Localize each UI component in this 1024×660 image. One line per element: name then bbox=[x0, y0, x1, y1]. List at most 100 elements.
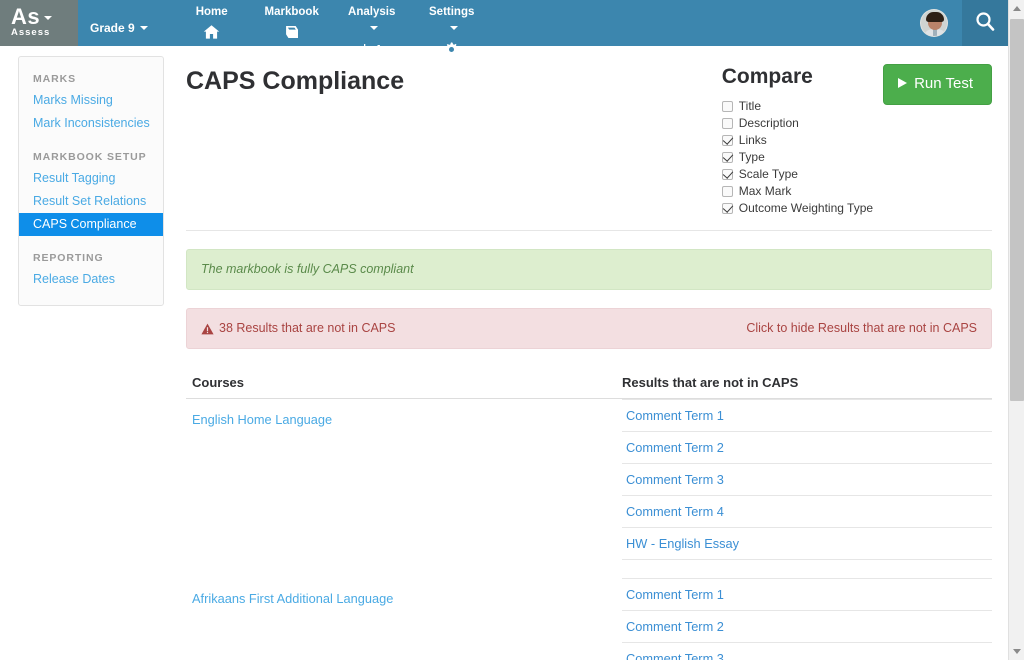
nav-item-settings-label: Settings bbox=[429, 6, 475, 18]
course-row-english: English Home Language Comment Term 1 Com… bbox=[186, 399, 992, 560]
compare-panel: Compare Title Description Links Type Sca… bbox=[721, 56, 992, 218]
sidebar-item-result-set-relations[interactable]: Result Set Relations bbox=[19, 190, 163, 213]
nav-item-markbook[interactable]: Markbook bbox=[252, 0, 332, 41]
main-header: CAPS Compliance Compare Title Descriptio… bbox=[186, 56, 992, 218]
checkbox-description-label[interactable]: Description bbox=[739, 116, 799, 131]
nav-item-analysis-label: Analysis bbox=[348, 6, 396, 18]
checkbox-type[interactable] bbox=[721, 152, 733, 163]
result-item[interactable]: Comment Term 1 bbox=[622, 578, 992, 611]
nav-item-home-label: Home bbox=[195, 6, 228, 18]
avatar bbox=[920, 9, 948, 37]
column-header-courses: Courses bbox=[192, 375, 245, 390]
checkbox-max-mark-label[interactable]: Max Mark bbox=[739, 184, 792, 199]
course-cell: English Home Language bbox=[186, 399, 618, 560]
page-canvas: As Assess Grade 9 Home Markbook Analysis… bbox=[0, 0, 1008, 660]
avatar-button[interactable] bbox=[906, 0, 962, 46]
nav-item-settings[interactable]: Settings bbox=[412, 0, 492, 59]
compare-option-max-mark[interactable]: Max Mark bbox=[721, 184, 873, 199]
nav-right-group bbox=[906, 0, 1008, 46]
checkbox-links-label[interactable]: Links bbox=[739, 133, 767, 148]
compare-title: Compare bbox=[721, 65, 813, 88]
success-alert-text: The markbook is fully CAPS compliant bbox=[201, 262, 414, 276]
column-header-results: Results that are not in CAPS bbox=[622, 375, 799, 390]
compare-option-scale-type[interactable]: Scale Type bbox=[721, 167, 873, 182]
scrollbar-thumb[interactable] bbox=[1010, 19, 1024, 401]
gear-icon bbox=[412, 41, 492, 59]
result-item[interactable]: Comment Term 3 bbox=[622, 643, 992, 660]
nav-item-analysis[interactable]: Analysis bbox=[332, 0, 412, 59]
grade-selector[interactable]: Grade 9 bbox=[78, 10, 162, 46]
checkbox-type-label[interactable]: Type bbox=[739, 150, 765, 165]
scroll-down-button[interactable] bbox=[1009, 643, 1024, 660]
main-content: CAPS Compliance Compare Title Descriptio… bbox=[164, 56, 1008, 660]
grade-selector-label: Grade 9 bbox=[90, 21, 135, 35]
scroll-down-arrow-icon bbox=[1013, 649, 1021, 654]
warning-triangle-icon bbox=[201, 323, 214, 335]
checkbox-scale-type[interactable] bbox=[721, 169, 733, 180]
sidebar-group-title-reporting: REPORTING bbox=[33, 252, 104, 264]
sidebar: MARKS Marks Missing Mark Inconsistencies… bbox=[18, 56, 164, 306]
result-item[interactable]: Comment Term 2 bbox=[622, 432, 992, 464]
search-button[interactable] bbox=[962, 0, 1008, 46]
book-icon bbox=[252, 23, 332, 41]
course-link-afrikaans-first-additional-language[interactable]: Afrikaans First Additional Language bbox=[192, 591, 393, 606]
sidebar-item-marks-missing[interactable]: Marks Missing bbox=[19, 89, 163, 112]
compare-option-type[interactable]: Type bbox=[721, 150, 873, 165]
course-cell: Afrikaans First Additional Language bbox=[186, 578, 618, 660]
nav-item-markbook-label: Markbook bbox=[264, 6, 319, 18]
compare-option-description[interactable]: Description bbox=[721, 116, 873, 131]
sidebar-item-mark-inconsistencies[interactable]: Mark Inconsistencies bbox=[19, 112, 163, 135]
caret-down-icon bbox=[369, 26, 378, 30]
course-link-english-home-language[interactable]: English Home Language bbox=[192, 412, 332, 427]
run-test-button[interactable]: Run Test bbox=[883, 64, 992, 105]
page-title: CAPS Compliance bbox=[186, 67, 405, 95]
page-scrollbar[interactable] bbox=[1008, 0, 1024, 660]
brand-full-label: Assess bbox=[11, 27, 51, 38]
checkbox-links[interactable] bbox=[721, 135, 733, 146]
compare-option-title[interactable]: Title bbox=[721, 99, 873, 114]
results-table: Courses Results that are not in CAPS Eng… bbox=[186, 375, 992, 660]
brand-short-text: As bbox=[11, 4, 41, 29]
results-cell: Comment Term 1 Comment Term 2 Comment Te… bbox=[618, 399, 992, 560]
compare-options-column: Compare Title Description Links Type Sca… bbox=[721, 64, 883, 218]
avatar-hair bbox=[926, 12, 944, 22]
result-item[interactable]: Comment Term 1 bbox=[622, 399, 992, 432]
sidebar-item-release-dates[interactable]: Release Dates bbox=[19, 268, 163, 291]
brand-short-label: As bbox=[11, 4, 78, 29]
result-item[interactable]: Comment Term 4 bbox=[622, 496, 992, 528]
home-icon bbox=[172, 23, 252, 41]
course-row-afrikaans: Afrikaans First Additional Language Comm… bbox=[186, 578, 992, 660]
top-navigation-bar: As Assess Grade 9 Home Markbook Analysis… bbox=[0, 0, 1008, 56]
danger-alert-text: 38 Results that are not in CAPS bbox=[219, 321, 396, 335]
danger-alert[interactable]: 38 Results that are not in CAPS Click to… bbox=[186, 308, 992, 349]
checkbox-description[interactable] bbox=[721, 118, 733, 129]
caret-down-icon bbox=[139, 26, 148, 30]
nav-item-home[interactable]: Home bbox=[172, 0, 252, 41]
checkbox-scale-type-label[interactable]: Scale Type bbox=[739, 167, 798, 182]
checkbox-outcome-weighting-type[interactable] bbox=[721, 203, 733, 214]
compare-option-outcome-weighting-type[interactable]: Outcome Weighting Type bbox=[721, 201, 873, 216]
result-item[interactable]: Comment Term 3 bbox=[622, 464, 992, 496]
checkbox-outcome-weighting-type-label[interactable]: Outcome Weighting Type bbox=[739, 201, 873, 216]
compare-option-links[interactable]: Links bbox=[721, 133, 873, 148]
brand-logo[interactable]: As Assess bbox=[0, 0, 78, 46]
result-item[interactable]: Comment Term 2 bbox=[622, 611, 992, 643]
sidebar-group-title-markbook-setup: MARKBOOK SETUP bbox=[33, 151, 147, 163]
success-alert: The markbook is fully CAPS compliant bbox=[186, 249, 992, 290]
avatar-tie bbox=[933, 29, 937, 36]
scroll-up-button[interactable] bbox=[1009, 0, 1024, 17]
app-window: As Assess Grade 9 Home Markbook Analysis… bbox=[0, 0, 1024, 660]
checkbox-title[interactable] bbox=[721, 101, 733, 112]
play-icon bbox=[898, 78, 908, 88]
sidebar-group-title-marks: MARKS bbox=[33, 73, 76, 85]
results-cell: Comment Term 1 Comment Term 2 Comment Te… bbox=[618, 578, 992, 660]
table-header-row: Courses Results that are not in CAPS bbox=[186, 375, 992, 399]
result-item[interactable]: HW - English Essay bbox=[622, 528, 992, 560]
checkbox-max-mark[interactable] bbox=[721, 186, 733, 197]
sidebar-item-result-tagging[interactable]: Result Tagging bbox=[19, 167, 163, 190]
checkbox-title-label[interactable]: Title bbox=[739, 99, 761, 114]
toggle-results-visibility-link[interactable]: Click to hide Results that are not in CA… bbox=[746, 320, 977, 337]
sidebar-item-caps-compliance[interactable]: CAPS Compliance bbox=[19, 213, 163, 236]
search-icon bbox=[974, 10, 996, 37]
run-test-button-label: Run Test bbox=[914, 75, 973, 92]
